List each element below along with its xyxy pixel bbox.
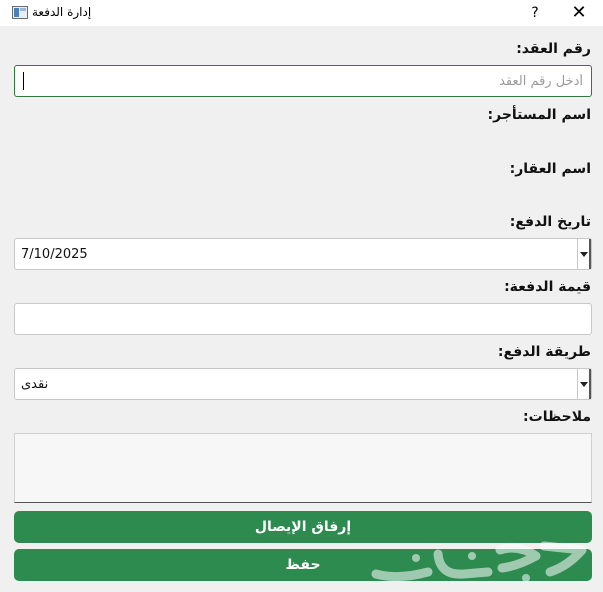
payment-amount-input[interactable]	[15, 304, 591, 334]
attach-receipt-button[interactable]: إرفاق الإيصال	[14, 511, 592, 543]
chevron-down-icon[interactable]	[577, 239, 591, 269]
property-name-label: اسم العقار:	[509, 161, 591, 177]
tenant-name-label: اسم المستأجر:	[487, 107, 591, 123]
contract-number-input[interactable]	[15, 66, 591, 96]
notes-label: ملاحظات:	[523, 409, 591, 425]
contract-number-field[interactable]	[14, 65, 592, 97]
help-button[interactable]: ?	[524, 2, 546, 24]
notes-textarea[interactable]	[14, 433, 592, 503]
payment-date-value: 7/10/2025	[21, 247, 88, 262]
window-title: إدارة الدفعة	[32, 5, 92, 19]
window-icon	[12, 6, 28, 19]
payment-method-label: طريقة الدفع:	[497, 344, 591, 360]
payment-dialog: إدارة الدفعة ? ✕ رقم العقد: اسم المستأجر…	[0, 0, 603, 592]
payment-method-value: نقدى	[21, 377, 49, 392]
contract-number-label: رقم العقد:	[516, 41, 591, 57]
payment-date-picker[interactable]: 7/10/2025	[14, 238, 592, 270]
close-icon[interactable]: ✕	[566, 1, 592, 25]
payment-method-select[interactable]: نقدى	[14, 368, 592, 400]
text-caret	[23, 72, 24, 90]
title-bar: إدارة الدفعة ? ✕	[0, 0, 603, 26]
save-button[interactable]: حفظ	[14, 549, 592, 581]
payment-amount-field[interactable]	[14, 303, 592, 335]
chevron-down-icon[interactable]	[577, 369, 591, 399]
payment-date-label: تاريخ الدفع:	[509, 214, 591, 230]
payment-amount-label: قيمة الدفعة:	[504, 279, 591, 295]
